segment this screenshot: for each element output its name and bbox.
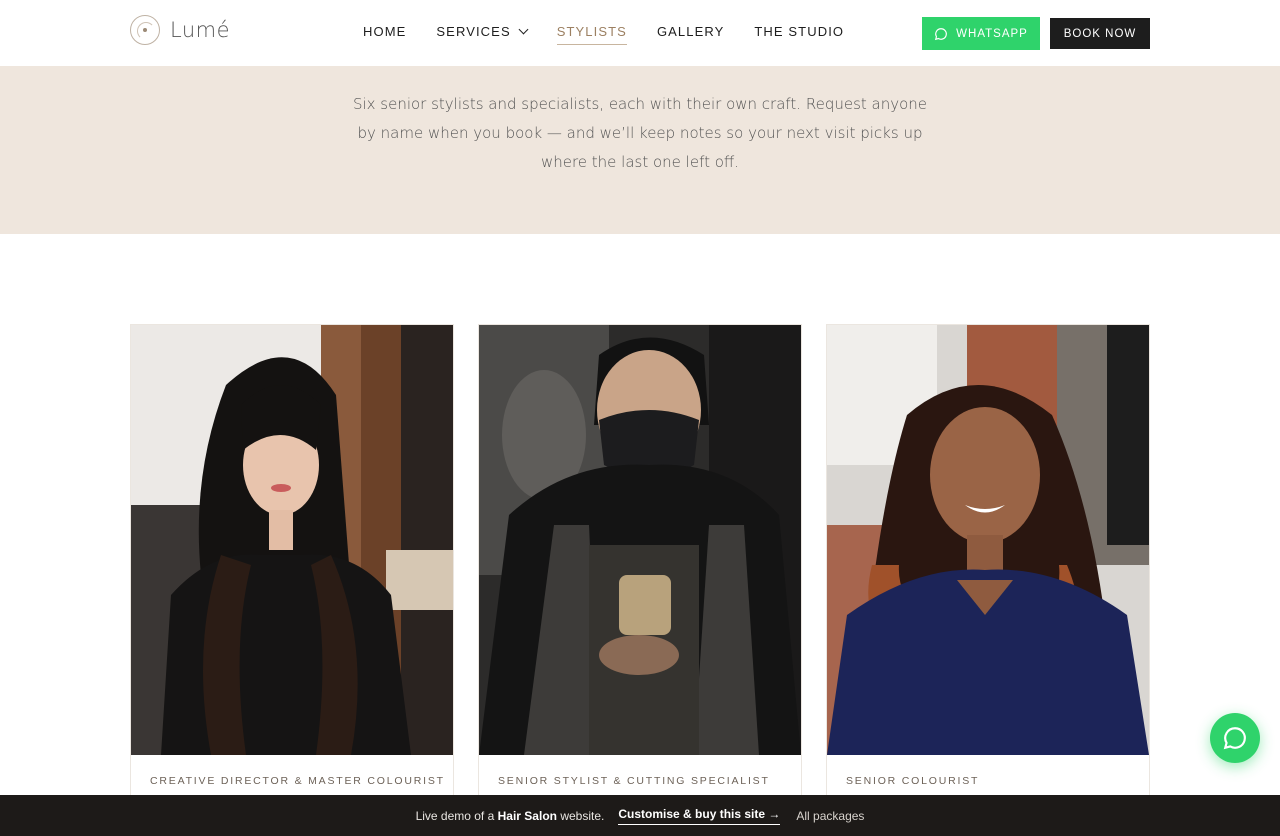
- nav-stylists[interactable]: STYLISTS: [556, 24, 628, 45]
- stylist-photo: [827, 325, 1149, 755]
- nav-home-label: HOME: [363, 24, 407, 39]
- logo-text: Lumé: [170, 18, 231, 42]
- demo-bar: Live demo of a Hair Salon website. Custo…: [0, 795, 1280, 836]
- nav-gallery[interactable]: GALLERY: [657, 24, 724, 45]
- whatsapp-button[interactable]: WHATSAPP: [922, 17, 1040, 50]
- stylist-photo-image: [131, 325, 453, 755]
- demo-bold: Hair Salon: [497, 808, 557, 823]
- stylist-role: SENIOR STYLIST & CUTTING SPECIALIST: [498, 775, 770, 787]
- whatsapp-icon: [935, 27, 948, 40]
- book-now-label: BOOK NOW: [1063, 27, 1137, 40]
- whatsapp-label: WHATSAPP: [956, 27, 1028, 40]
- nav-stylists-label: STYLISTS: [556, 24, 627, 39]
- nav-services-label: SERVICES: [436, 24, 511, 39]
- stylist-card[interactable]: CREATIVE DIRECTOR & MASTER COLOURIST: [130, 324, 454, 804]
- logo[interactable]: Lumé: [130, 14, 230, 46]
- all-packages-link[interactable]: All packages: [796, 809, 864, 823]
- nav-services[interactable]: SERVICES: [436, 24, 529, 45]
- intro-text: Six senior stylists and specialists, eac…: [352, 95, 928, 171]
- nav-the-studio[interactable]: THE STUDIO: [754, 24, 844, 45]
- customise-buy-link[interactable]: Customise & buy this site →: [618, 807, 781, 825]
- chevron-down-icon: [518, 24, 529, 35]
- demo-suffix: website.: [560, 808, 605, 823]
- stylist-photo: [131, 325, 453, 755]
- site-header: Lumé HOME SERVICES STYLISTS GALLERY THE …: [0, 0, 1280, 66]
- nav-gallery-label: GALLERY: [656, 24, 725, 39]
- demo-prefix: Live demo of a: [415, 808, 495, 823]
- stylist-photo-image: [479, 325, 801, 755]
- chat-bubble-icon: [1223, 727, 1246, 750]
- main-nav: HOME SERVICES STYLISTS GALLERY THE STUDI…: [363, 24, 874, 45]
- book-now-button[interactable]: BOOK NOW: [1050, 18, 1150, 49]
- stylist-card[interactable]: SENIOR COLOURIST: [826, 324, 1150, 804]
- stylist-role: CREATIVE DIRECTOR & MASTER COLOURIST: [150, 775, 445, 787]
- stylist-photo-image: [827, 325, 1149, 755]
- stylist-photo: [479, 325, 801, 755]
- nav-home[interactable]: HOME: [363, 24, 406, 45]
- chat-fab-button[interactable]: [1210, 713, 1260, 763]
- stylist-role: SENIOR COLOURIST: [846, 775, 980, 787]
- logo-mark-icon: [130, 15, 160, 45]
- stylists-intro: Six senior stylists and specialists, eac…: [0, 66, 1280, 234]
- stylist-card[interactable]: SENIOR STYLIST & CUTTING SPECIALIST: [478, 324, 802, 804]
- nav-the-studio-label: THE STUDIO: [754, 24, 845, 39]
